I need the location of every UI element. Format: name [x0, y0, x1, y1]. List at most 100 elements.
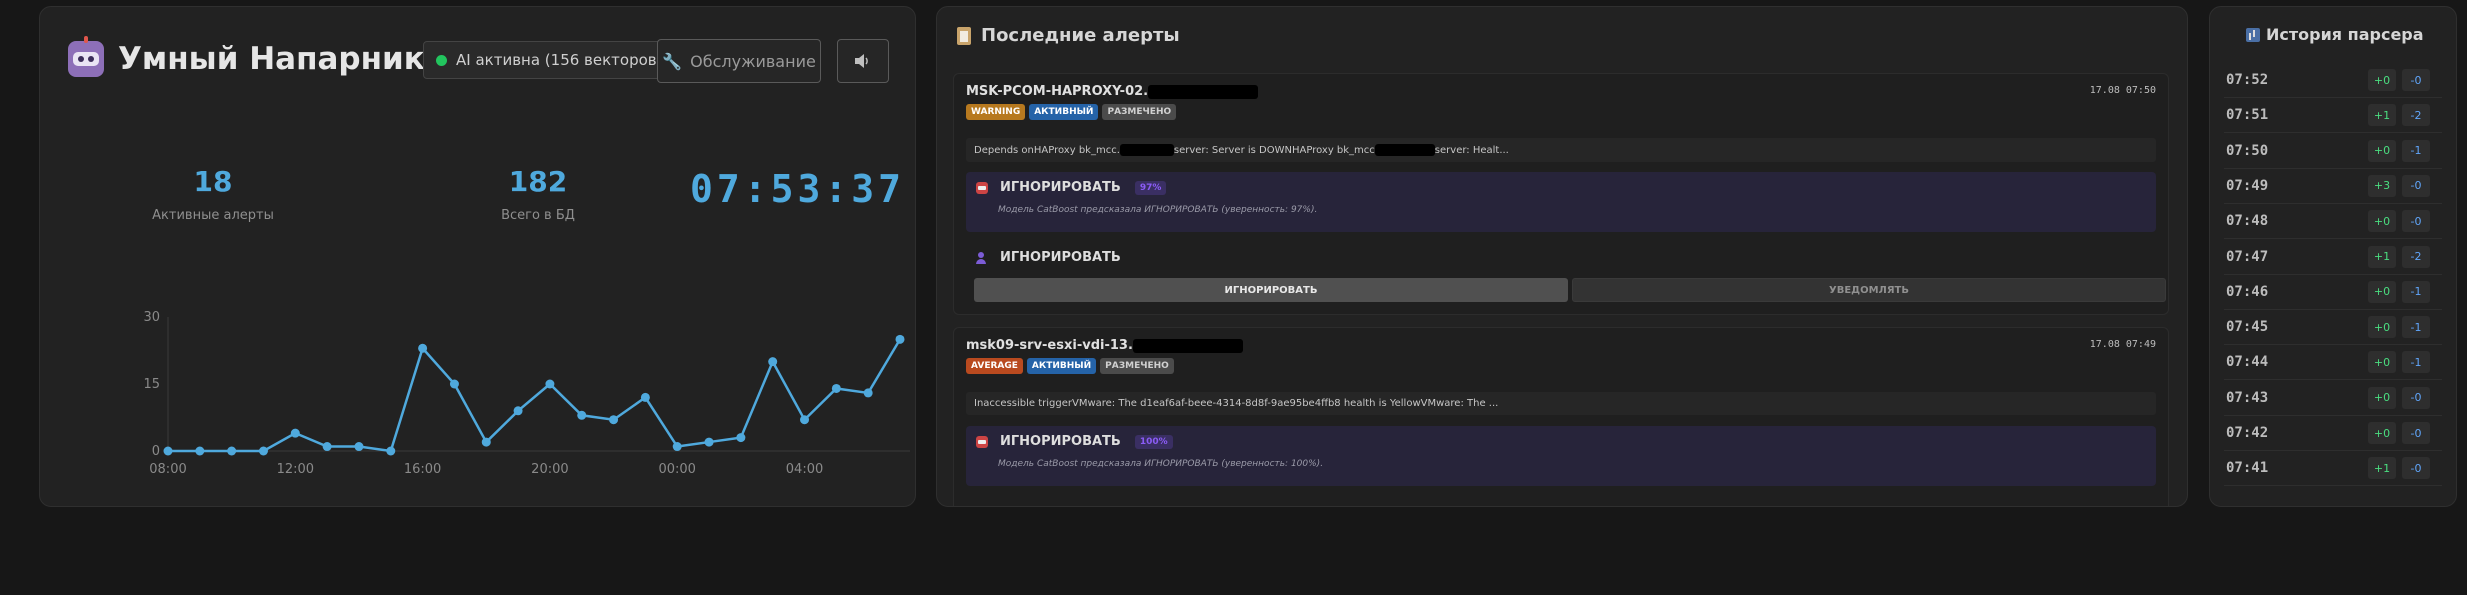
alert-tags: AVERAGE АКТИВНЫЙ РАЗМЕЧЕНО	[966, 358, 1174, 374]
desc-part: server: Healt...	[1434, 145, 1509, 156]
maintenance-label: Обслуживание	[690, 51, 816, 71]
total-db-label: Всего в БД	[501, 208, 575, 223]
added-count-chip: +0	[2368, 69, 2396, 91]
alert-time: 17.08 07:50	[2089, 85, 2156, 96]
history-row: 07:52 +0 -0	[2224, 63, 2442, 98]
data-point	[577, 410, 587, 420]
data-point	[386, 446, 396, 456]
removed-count-chip: -1	[2402, 316, 2430, 339]
data-point	[418, 343, 428, 353]
history-time: 07:52	[2226, 72, 2269, 88]
severity-badge: WARNING	[966, 104, 1026, 120]
ml-prediction-box: ИГНОРИРОВАТЬ 100% Модель CatBoost предск…	[966, 426, 2156, 486]
history-time: 07:47	[2226, 248, 2269, 265]
data-point	[258, 446, 268, 456]
data-point	[481, 437, 491, 447]
notify-button[interactable]: УВЕДОМЛЯТЬ	[1572, 278, 2166, 302]
parser-history-header: История парсера	[2246, 25, 2424, 44]
history-time: 07:46	[2226, 283, 2269, 300]
history-time: 07:42	[2226, 425, 2269, 441]
alerts-panel: Последние алерты MSK-PCOM-HAPROXY-02. 17…	[936, 6, 2188, 507]
redaction-block	[1148, 84, 1259, 99]
history-time: 07:51	[2226, 107, 2269, 124]
alert-host: MSK-PCOM-HAPROXY-02.	[966, 84, 1259, 99]
history-time: 07:49	[2226, 177, 2269, 194]
removed-count-chip: -1	[2402, 139, 2430, 162]
data-point	[545, 379, 555, 389]
data-point	[768, 357, 778, 367]
active-alerts-label: Активные алерты	[152, 208, 274, 223]
prediction-note: Модель CatBoost предсказала ИГНОРИРОВАТЬ…	[998, 459, 1324, 469]
user-decision: ИГНОРИРОВАТЬ	[976, 250, 1121, 265]
removed-count-chip: -2	[2402, 104, 2430, 127]
alerts-line-chart: 0 15 30 08:00 12:00 16:00 20:00 00:00 04:00	[143, 310, 910, 477]
alert-description: Depends onHAProxy bk_mcc. server: Server …	[966, 138, 2156, 162]
removed-count-chip: -0	[2402, 386, 2430, 409]
removed-count-chip: -0	[2402, 422, 2430, 444]
desc-part: Depends onHAProxy bk_mcc.	[974, 145, 1120, 156]
removed-count-chip: -2	[2402, 245, 2430, 268]
data-point	[672, 442, 682, 452]
x-tick-label: 20:00	[531, 462, 568, 477]
series-line	[168, 338, 902, 453]
bar-chart-icon	[2246, 27, 2260, 42]
prediction-note: Модель CatBoost предсказала ИГНОРИРОВАТЬ…	[998, 205, 1318, 215]
confidence-badge: 97%	[1134, 180, 1167, 195]
data-point	[163, 446, 173, 456]
y-tick-label: 15	[143, 377, 160, 392]
data-point	[640, 392, 650, 402]
ignore-button[interactable]: ИГНОРИРОВАТЬ	[974, 278, 1568, 302]
data-point	[449, 379, 459, 389]
history-row: 07:47 +1 -2	[2224, 240, 2442, 275]
alert-host-name: MSK-PCOM-HAPROXY-02.	[966, 84, 1149, 99]
ai-status-badge: AI активна (156 векторов)	[423, 41, 680, 79]
confidence-badge: 100%	[1134, 434, 1173, 449]
robot-icon	[68, 36, 104, 77]
history-time: 07:41	[2226, 460, 2269, 477]
history-row: 07:45 +0 -1	[2224, 310, 2442, 346]
y-tick-label: 30	[143, 310, 160, 325]
history-time: 07:48	[2226, 213, 2269, 230]
live-clock: 07:53:37	[690, 167, 906, 211]
app-title: Умный Напарник	[118, 41, 425, 77]
wrench-icon: 🔧	[662, 51, 683, 71]
alert-card[interactable]: MSK-PCOM-HAPROXY-02. 17.08 07:50 WARNING…	[953, 73, 2169, 315]
added-count-chip: +1	[2368, 104, 2396, 127]
history-time: 07:43	[2226, 389, 2269, 406]
history-row: 07:43 +0 -0	[2224, 381, 2442, 416]
sound-toggle-button[interactable]	[837, 39, 889, 83]
maintenance-button[interactable]: 🔧 Обслуживание	[657, 39, 821, 83]
redaction-block	[1374, 144, 1435, 156]
added-count-chip: +1	[2368, 245, 2396, 268]
x-tick-label: 08:00	[149, 462, 186, 477]
brand: Умный Напарник	[68, 36, 425, 77]
bot-icon	[976, 181, 988, 194]
added-count-chip: +0	[2368, 280, 2396, 303]
bot-icon	[976, 435, 988, 448]
removed-count-chip: -1	[2402, 280, 2430, 303]
alerts-panel-title: Последние алерты	[981, 25, 1180, 46]
desc-part: server: Server is DOWNHAProxy bk_mcc	[1173, 145, 1375, 156]
status-badge: АКТИВНЫЙ	[1029, 104, 1099, 120]
data-point	[322, 442, 332, 452]
alert-host: msk09-srv-esxi-vdi-13.	[966, 338, 1243, 353]
data-point	[895, 334, 905, 344]
history-row: 07:42 +0 -0	[2224, 416, 2442, 451]
data-point	[831, 383, 841, 393]
removed-count-chip: -0	[2402, 457, 2430, 480]
added-count-chip: +3	[2368, 174, 2396, 197]
speaker-icon	[855, 54, 868, 68]
data-point	[227, 446, 237, 456]
history-row: 07:41 +1 -0	[2224, 451, 2442, 487]
history-time: 07:50	[2226, 142, 2269, 159]
data-point	[354, 442, 364, 452]
prediction-label: ИГНОРИРОВАТЬ	[1000, 180, 1121, 195]
data-point	[800, 415, 810, 425]
prediction-header: ИГНОРИРОВАТЬ 97%	[976, 180, 1167, 195]
user-icon	[976, 251, 986, 264]
status-badge: АКТИВНЫЙ	[1026, 358, 1097, 374]
alert-card[interactable]: msk09-srv-esxi-vdi-13. 17.08 07:49 AVERA…	[953, 327, 2169, 506]
added-count-chip: +0	[2368, 351, 2396, 374]
total-db-count: 182	[508, 165, 568, 198]
redaction-block	[1132, 338, 1243, 353]
